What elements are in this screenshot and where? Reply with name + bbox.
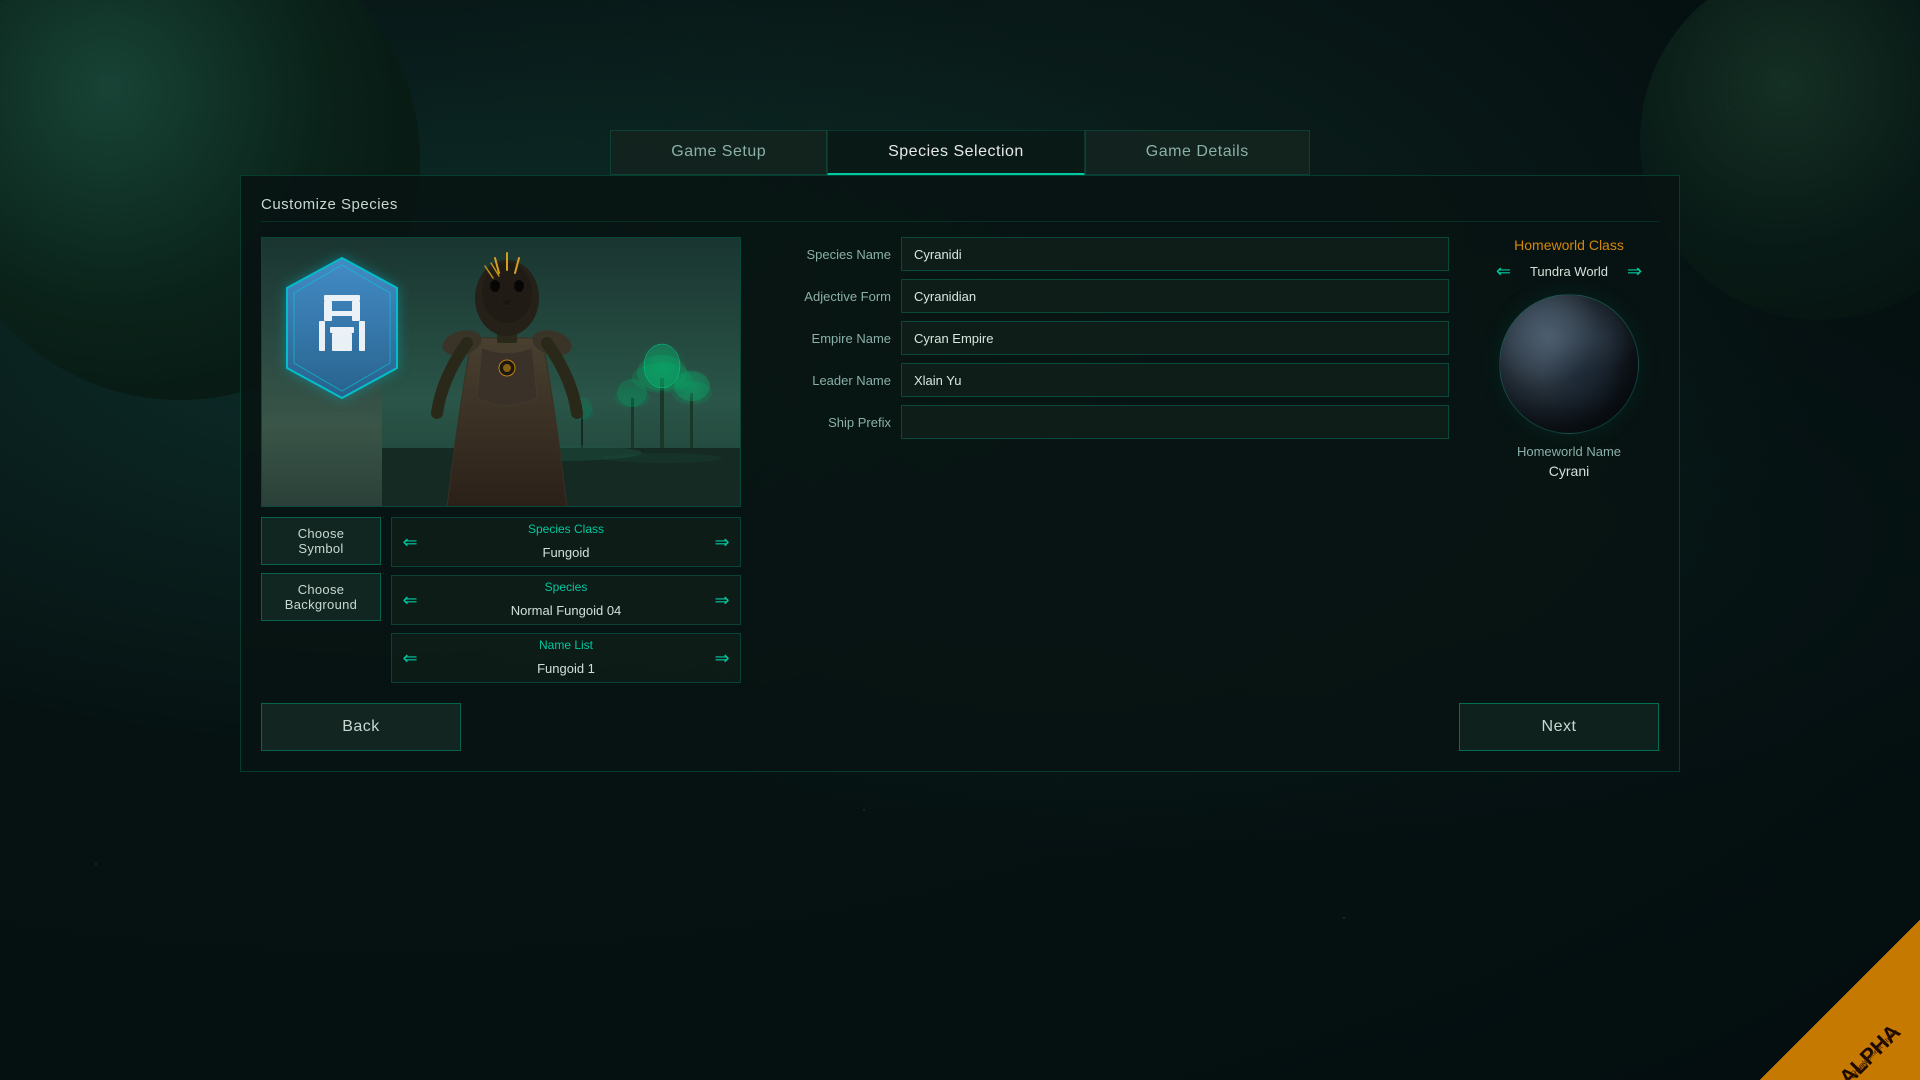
hex-svg bbox=[277, 253, 407, 403]
alpha-badge: ALPHA Stellaris - Paradox Development St… bbox=[1760, 920, 1920, 1080]
right-section: Species Name Adjective Form Empire Name … bbox=[761, 237, 1449, 683]
ship-prefix-input[interactable] bbox=[901, 405, 1449, 439]
left-section: Choose Symbol Choose Background ⇐ Specie… bbox=[261, 237, 741, 683]
panel-title: Customize Species bbox=[261, 196, 1659, 222]
portrait-area bbox=[261, 237, 741, 507]
choose-buttons-col: Choose Symbol Choose Background bbox=[261, 517, 381, 621]
content-area: Choose Symbol Choose Background ⇐ Specie… bbox=[261, 237, 1659, 683]
homeworld-prev-arrow[interactable]: ⇐ bbox=[1496, 261, 1511, 282]
symbol-hex bbox=[277, 253, 407, 403]
back-button[interactable]: Back bbox=[261, 703, 461, 751]
species-name-input[interactable] bbox=[901, 237, 1449, 271]
empire-name-label: Empire Name bbox=[761, 331, 891, 346]
ship-prefix-row: Ship Prefix bbox=[761, 405, 1449, 439]
name-list-next-arrow[interactable]: ⇒ bbox=[704, 634, 740, 682]
species-name-label: Species Name bbox=[761, 247, 891, 262]
leader-name-label: Leader Name bbox=[761, 373, 891, 388]
homeworld-next-arrow[interactable]: ⇒ bbox=[1627, 261, 1642, 282]
homeworld-class-title: Homeworld Class bbox=[1514, 237, 1624, 253]
species-next-arrow[interactable]: ⇒ bbox=[704, 576, 740, 624]
species-class-selector: ⇐ Species Class Fungoid ⇒ bbox=[391, 517, 741, 567]
homeworld-section: Homeworld Class ⇐ Tundra World ⇒ Homewor… bbox=[1479, 237, 1659, 683]
species-label: Species bbox=[428, 580, 704, 594]
alien-character-svg bbox=[407, 238, 607, 506]
species-class-label: Species Class bbox=[428, 522, 704, 536]
leader-name-input[interactable] bbox=[901, 363, 1449, 397]
empire-name-input[interactable] bbox=[901, 321, 1449, 355]
homeworld-name-label: Homeworld Name bbox=[1517, 444, 1621, 459]
empire-name-row: Empire Name bbox=[761, 321, 1449, 355]
name-list-value: Fungoid 1 bbox=[428, 661, 704, 676]
controls-row: Choose Symbol Choose Background ⇐ Specie… bbox=[261, 517, 741, 683]
adjective-form-label: Adjective Form bbox=[761, 289, 891, 304]
species-selector: ⇐ Species Normal Fungoid 04 ⇒ bbox=[391, 575, 741, 625]
selectors-column: ⇐ Species Class Fungoid ⇒ ⇐ Species bbox=[391, 517, 741, 683]
species-name-row: Species Name bbox=[761, 237, 1449, 271]
name-list-label: Name List bbox=[428, 638, 704, 652]
species-class-next-arrow[interactable]: ⇒ bbox=[704, 518, 740, 566]
main-panel: Customize Species bbox=[240, 175, 1680, 772]
tab-bar: Game Setup Species Selection Game Detail… bbox=[240, 130, 1680, 175]
homeworld-class-value: Tundra World bbox=[1519, 264, 1619, 279]
ui-container: Game Setup Species Selection Game Detail… bbox=[240, 130, 1680, 1020]
tab-game-setup[interactable]: Game Setup bbox=[610, 130, 827, 175]
species-prev-arrow[interactable]: ⇐ bbox=[392, 576, 428, 624]
name-list-prev-arrow[interactable]: ⇐ bbox=[392, 634, 428, 682]
ship-prefix-label: Ship Prefix bbox=[761, 415, 891, 430]
name-list-inner: Name List Fungoid 1 bbox=[428, 634, 704, 682]
adjective-form-input[interactable] bbox=[901, 279, 1449, 313]
tab-game-details[interactable]: Game Details bbox=[1085, 130, 1310, 175]
bottom-bar: Back Next bbox=[261, 703, 1659, 751]
choose-background-button[interactable]: Choose Background bbox=[261, 573, 381, 621]
tab-species-selection[interactable]: Species Selection bbox=[827, 130, 1085, 175]
homeworld-planet-sphere bbox=[1499, 294, 1639, 434]
homeworld-class-selector: ⇐ Tundra World ⇒ bbox=[1496, 261, 1642, 282]
species-value: Normal Fungoid 04 bbox=[428, 603, 704, 618]
species-class-inner: Species Class Fungoid bbox=[428, 518, 704, 566]
adjective-form-row: Adjective Form bbox=[761, 279, 1449, 313]
species-class-value: Fungoid bbox=[428, 545, 704, 560]
alpha-svg: ALPHA Stellaris - Paradox Development St… bbox=[1760, 920, 1920, 1080]
species-class-prev-arrow[interactable]: ⇐ bbox=[392, 518, 428, 566]
next-button[interactable]: Next bbox=[1459, 703, 1659, 751]
leader-name-row: Leader Name bbox=[761, 363, 1449, 397]
name-list-selector: ⇐ Name List Fungoid 1 ⇒ bbox=[391, 633, 741, 683]
choose-symbol-button[interactable]: Choose Symbol bbox=[261, 517, 381, 565]
species-inner: Species Normal Fungoid 04 bbox=[428, 576, 704, 624]
homeworld-name-value: Cyrani bbox=[1549, 463, 1589, 479]
